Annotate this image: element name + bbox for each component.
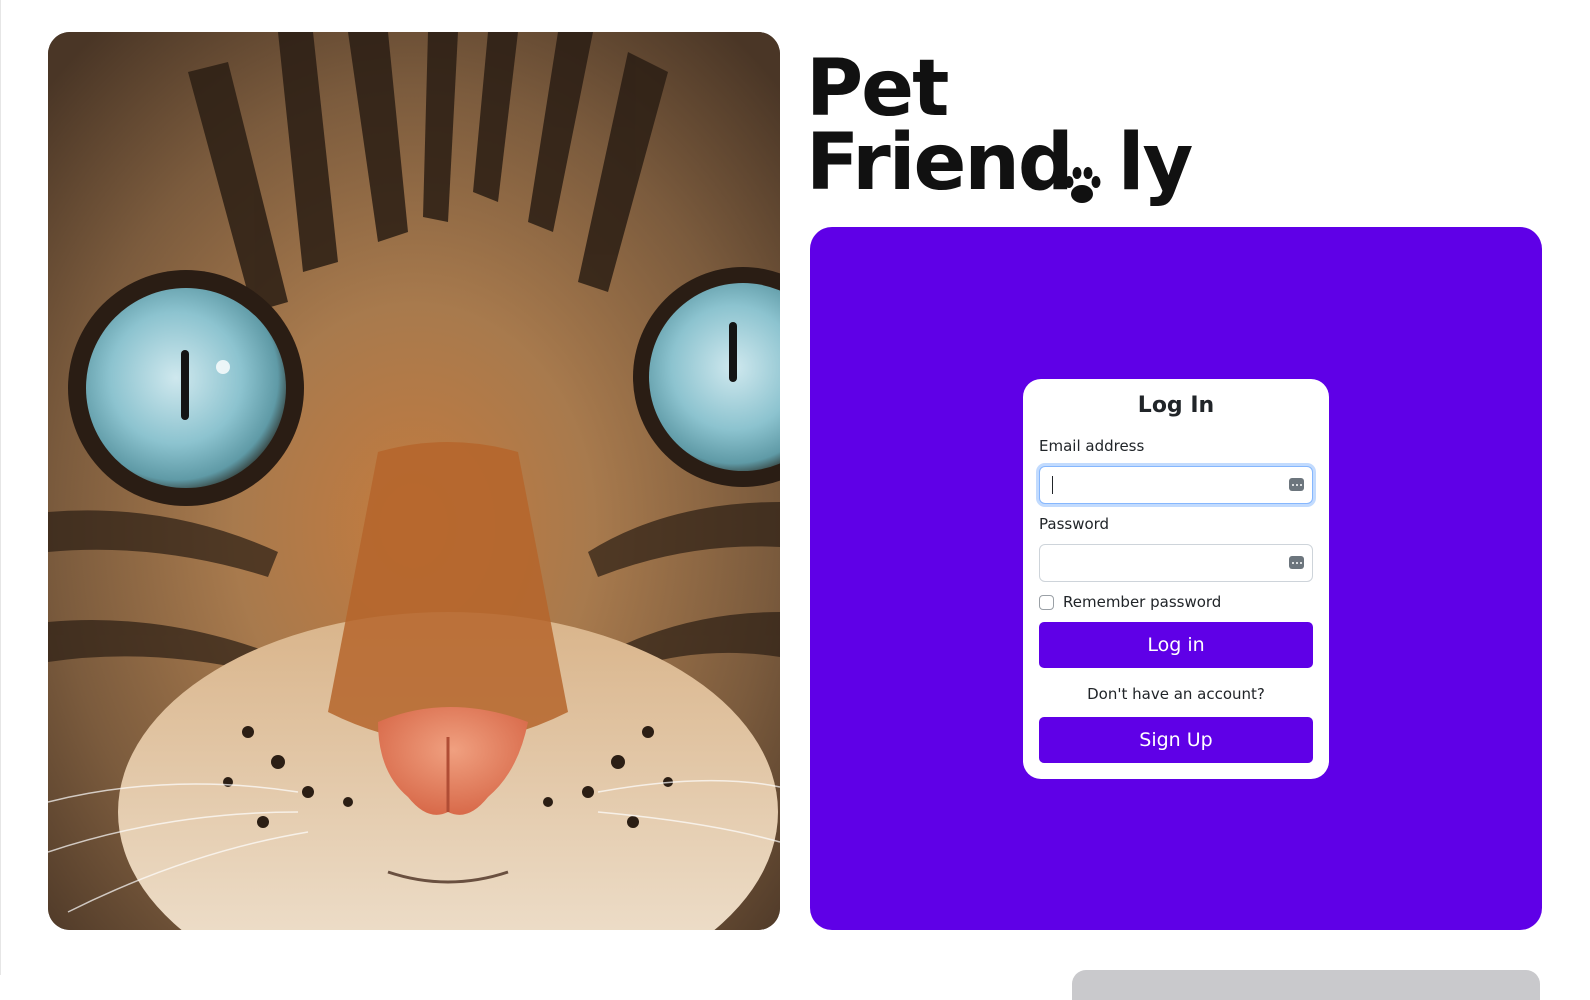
cat-face-illustration	[48, 32, 780, 930]
logo-text-line-2: Friend ly	[806, 124, 1193, 202]
paw-icon	[1064, 167, 1101, 203]
remember-password-checkbox[interactable]	[1039, 595, 1054, 610]
page-edge-divider	[0, 0, 1, 975]
logo-text-friend: Friend	[806, 118, 1074, 208]
login-button[interactable]: Log in	[1039, 622, 1313, 668]
login-panel-background: Log In Email address Password Remember p…	[810, 227, 1542, 930]
signup-button[interactable]: Sign Up	[1039, 717, 1313, 763]
text-caret	[1052, 476, 1053, 494]
logo-text-line-1: Pet	[806, 44, 949, 134]
password-manager-icon[interactable]	[1289, 478, 1304, 491]
email-field[interactable]	[1039, 466, 1313, 504]
logo-text-ly: ly	[1117, 118, 1194, 208]
password-manager-icon[interactable]	[1289, 556, 1304, 569]
password-input[interactable]	[1040, 545, 1296, 581]
remember-password-label[interactable]: Remember password	[1063, 593, 1221, 611]
login-title: Log In	[1137, 393, 1215, 418]
no-account-text: Don't have an account?	[1087, 685, 1265, 703]
login-card: Log In Email address Password Remember p…	[1023, 379, 1329, 779]
password-field[interactable]	[1039, 544, 1313, 582]
password-label: Password	[1039, 515, 1110, 533]
email-label: Email address	[1039, 437, 1145, 455]
email-input[interactable]	[1040, 467, 1296, 503]
brand-logo: Pet Friend ly	[806, 44, 1193, 216]
hero-cat-image	[48, 32, 780, 930]
